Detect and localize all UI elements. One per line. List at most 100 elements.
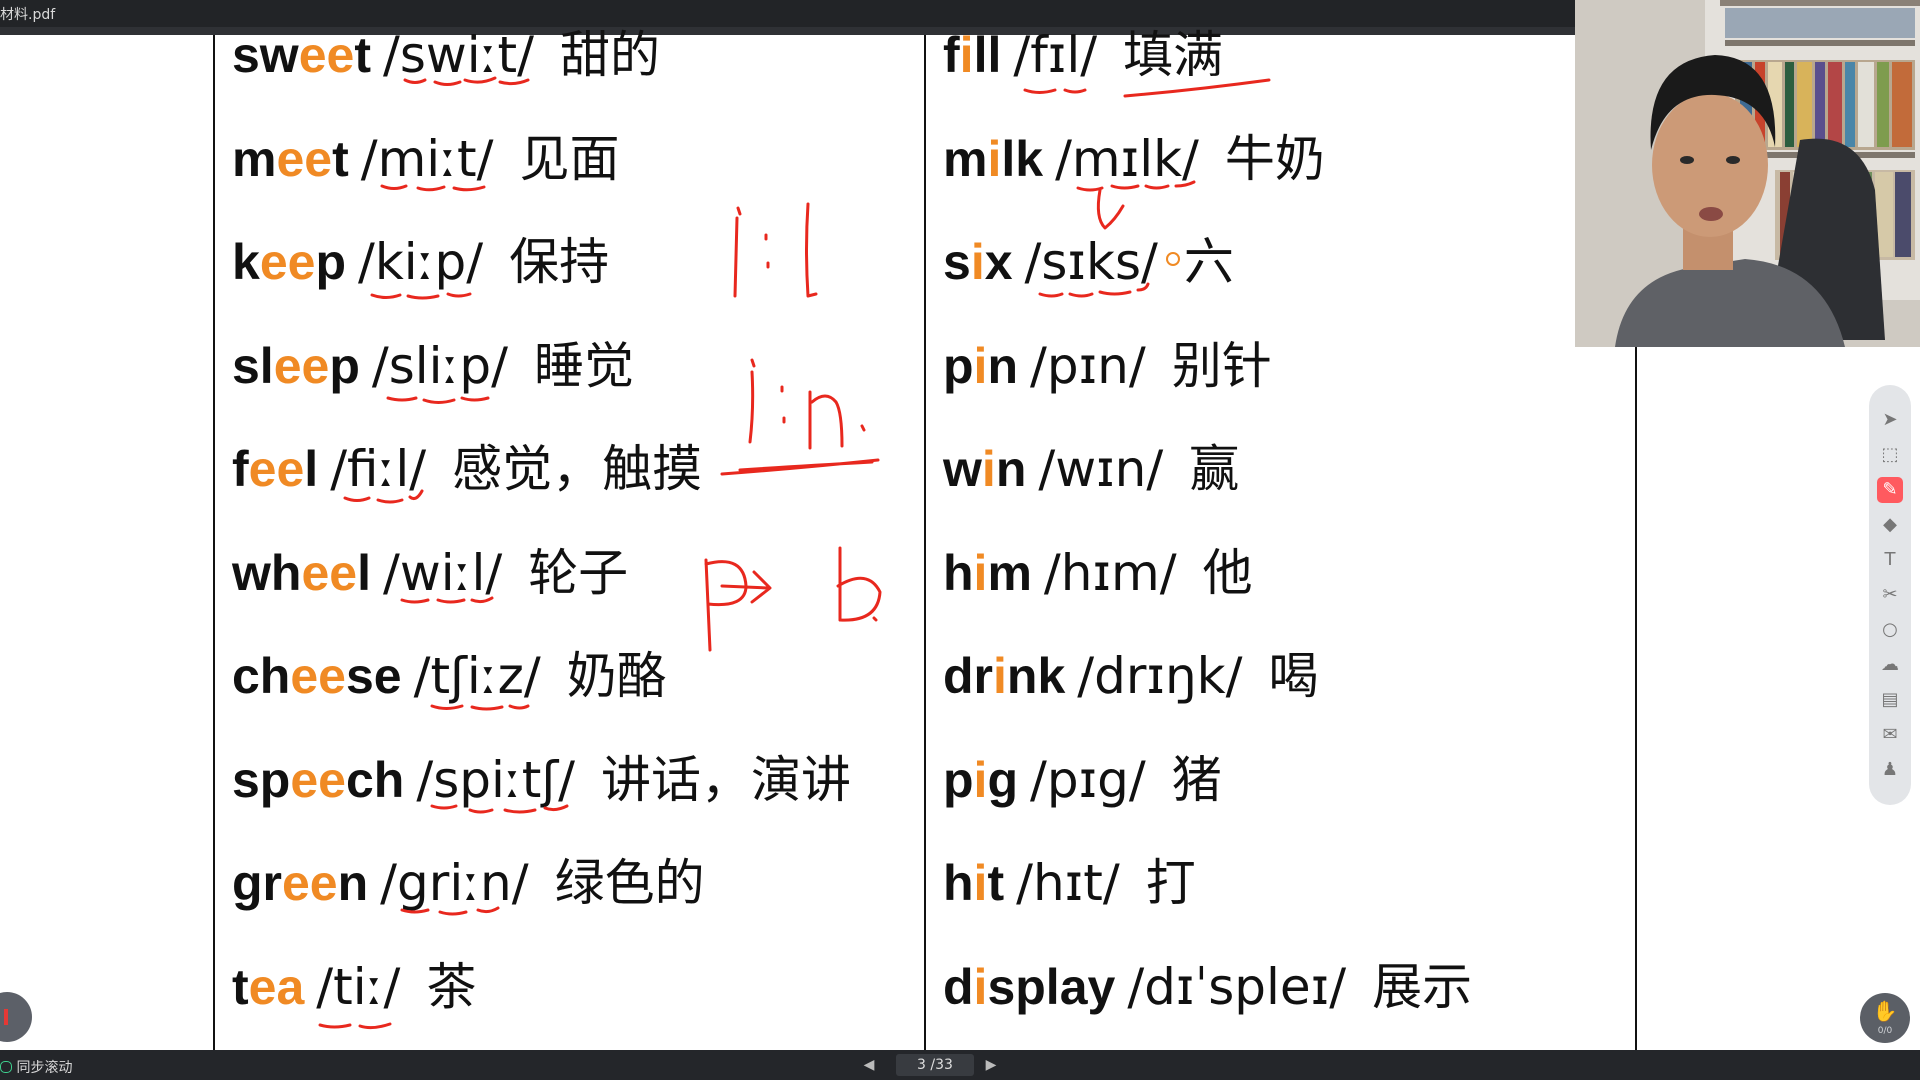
word-row: him/hɪm/他 <box>943 543 1253 603</box>
users-icon[interactable]: ♟ <box>1877 757 1903 783</box>
page-navigator: ◀ 3 /33 ▶ <box>860 1054 1010 1076</box>
word-letters: sl <box>232 337 274 394</box>
word-row: speech/spiːtʃ/讲话，演讲 <box>232 750 851 810</box>
highlighted-letters: i <box>959 27 974 83</box>
highlighted-letters: ee <box>290 751 346 808</box>
pointer-icon[interactable]: ➤ <box>1877 407 1903 433</box>
next-page-button[interactable]: ▶ <box>982 1056 1000 1074</box>
chinese-meaning: 他 <box>1202 543 1253 602</box>
phonetic-transcription: /drɪŋk/ <box>1077 647 1243 705</box>
chinese-meaning: 牛奶 <box>1224 129 1325 188</box>
word: milk <box>943 131 1043 187</box>
word-letters: h <box>943 544 974 601</box>
chinese-meaning: 展示 <box>1372 957 1473 1016</box>
box-icon[interactable]: ▤ <box>1877 687 1903 713</box>
chat-icon[interactable]: ✉ <box>1877 722 1903 748</box>
scissors-icon[interactable]: ✂ <box>1877 582 1903 608</box>
phonetic-transcription: /kiːp/ <box>357 233 484 291</box>
word-letters: ll <box>973 27 1002 83</box>
prev-page-button[interactable]: ◀ <box>860 1056 878 1074</box>
word-letters: w <box>943 441 982 497</box>
word: keep <box>232 234 346 290</box>
chinese-meaning: 轮子 <box>528 543 629 602</box>
word: speech <box>232 752 404 808</box>
pen-icon[interactable]: ✎ <box>1877 477 1903 503</box>
phonetic-transcription: /spiːtʃ/ <box>416 750 575 809</box>
highlighted-letters: ee <box>298 27 355 83</box>
word-letters: n <box>995 441 1027 497</box>
chinese-meaning: 甜的 <box>559 26 660 84</box>
page-counter-button[interactable]: ✋ 0/0 <box>1860 993 1910 1043</box>
word-letters: d <box>943 958 974 1015</box>
webcam-overlay <box>1575 0 1920 347</box>
bottom-status-bar: 同步滚动 ◀ 3 /33 ▶ <box>0 1050 1920 1080</box>
word-row: display/dɪˈspleɪ/展示 <box>943 957 1472 1017</box>
word-letters: m <box>232 130 277 187</box>
word: him <box>943 545 1032 601</box>
word: green <box>232 855 368 911</box>
word-letters: m <box>943 130 988 187</box>
word-row: green/griːn/绿色的 <box>232 853 705 913</box>
word-letters: sp <box>232 751 291 808</box>
phonetic-transcription: /miːt/ <box>360 129 494 188</box>
sync-scroll-toggle[interactable]: 同步滚动 <box>0 1057 72 1077</box>
word-letters: t <box>354 27 371 83</box>
word: wheel <box>232 545 371 601</box>
column-divider-left <box>213 35 215 1050</box>
phonetic-transcription: /tiː/ <box>316 957 401 1016</box>
page-indicator: 3 /33 <box>896 1054 974 1076</box>
highlighted-letters: ee <box>301 544 358 601</box>
select-region-icon[interactable]: ⬚ <box>1877 442 1903 468</box>
word-row: win/wɪn/赢 <box>943 439 1239 499</box>
cloud-icon[interactable]: ☁ <box>1877 652 1903 678</box>
chinese-meaning: 猪 <box>1171 750 1222 809</box>
word-row: meet/miːt/见面 <box>232 129 620 189</box>
eraser-icon[interactable]: ◆ <box>1877 512 1903 538</box>
word: pin <box>943 338 1018 394</box>
highlighted-letters: i <box>987 130 1002 187</box>
word-letters: p <box>943 337 974 394</box>
highlighted-letters: i <box>973 855 988 911</box>
word: meet <box>232 131 349 187</box>
phonetic-transcription: /pɪg/ <box>1030 750 1146 809</box>
word-row: fill/fɪl/填满 <box>943 25 1223 85</box>
word: tea <box>232 959 304 1015</box>
annotation-toolbar: ➤ ⬚ ✎ ◆ T ✂ ○ ☁ ▤ ✉ ♟ <box>1869 385 1911 805</box>
highlighted-letters: ea <box>248 958 305 1015</box>
word-letters: p <box>315 234 346 290</box>
phonetic-transcription: /fiːl/ <box>330 440 427 498</box>
word-letters: ch <box>345 751 405 808</box>
word-letters: dr <box>943 648 993 704</box>
word-letters: nk <box>1006 648 1066 704</box>
phonetic-transcription: /wɪn/ <box>1038 440 1164 498</box>
highlighted-letters: i <box>973 751 988 808</box>
word-letters: g <box>987 751 1018 808</box>
fab-count: 0/0 <box>1877 1026 1893 1036</box>
word-row: tea/tiː/茶 <box>232 957 476 1017</box>
record-indicator-icon <box>4 1009 8 1025</box>
word: six <box>943 234 1013 290</box>
chinese-meaning: 感觉，触摸 <box>452 440 703 498</box>
phonetic-transcription: /mɪlk/ <box>1055 129 1199 188</box>
chinese-meaning: 奶酪 <box>566 647 667 705</box>
highlighted-letters: i <box>973 337 988 394</box>
phonetic-transcription: /tʃiːz/ <box>413 647 541 705</box>
word-row: wheel/wiːl/轮子 <box>232 543 628 603</box>
chinese-meaning: 六 <box>1183 233 1234 291</box>
word-letters: l <box>304 441 319 497</box>
word-letters: x <box>984 234 1013 290</box>
phonetic-transcription: /swiːt/ <box>382 26 534 84</box>
text-icon[interactable]: T <box>1877 547 1903 573</box>
word-letters: h <box>943 855 974 911</box>
word-row: drink/drɪŋk/喝 <box>943 646 1318 706</box>
word-row: keep/kiːp/保持 <box>232 232 609 292</box>
shape-icon[interactable]: ○ <box>1877 617 1903 643</box>
phonetic-transcription: /hɪt/ <box>1016 854 1120 912</box>
chinese-meaning: 赢 <box>1189 440 1240 498</box>
word-row: milk/mɪlk/牛奶 <box>943 129 1325 189</box>
chinese-meaning: 打 <box>1145 854 1196 912</box>
word: fill <box>943 27 1001 83</box>
word: sleep <box>232 338 360 394</box>
chinese-meaning: 保持 <box>509 233 610 291</box>
title-bar: 材料.pdf <box>0 0 1575 35</box>
